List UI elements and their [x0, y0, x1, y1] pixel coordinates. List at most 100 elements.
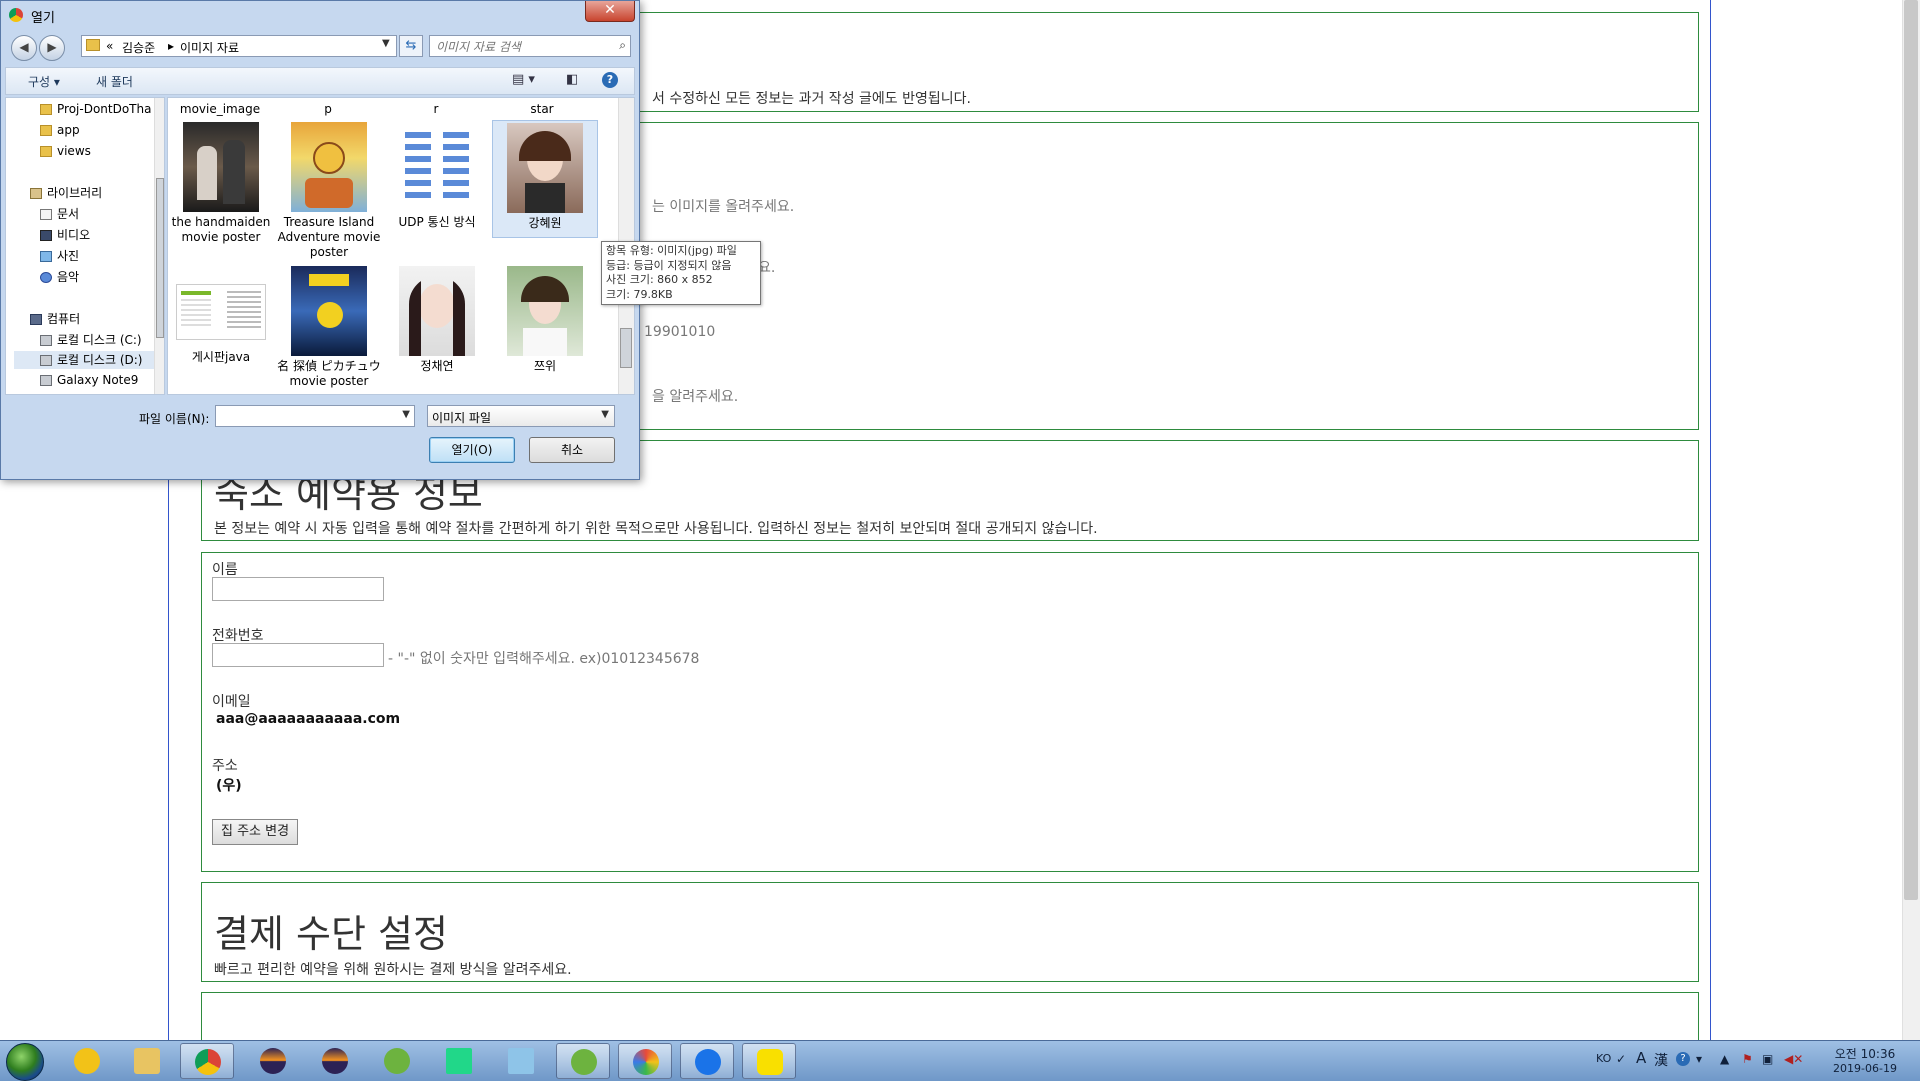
- name-input[interactable]: [212, 577, 384, 601]
- nav-item-disk-d[interactable]: 로컬 디스크 (D:): [14, 351, 154, 369]
- chrome-icon: [9, 8, 23, 22]
- nav-item-label: 비디오: [57, 228, 91, 242]
- clock-date[interactable]: 2019-06-19: [1822, 1062, 1908, 1075]
- help-icon[interactable]: ?: [602, 72, 618, 88]
- eclipse-icon: [322, 1048, 348, 1074]
- map-pin-icon: [695, 1049, 721, 1075]
- open-button[interactable]: 열기(O): [429, 437, 515, 463]
- change-address-button[interactable]: 집 주소 변경: [212, 819, 299, 845]
- nav-item-pictures[interactable]: 사진: [40, 247, 79, 264]
- file-label: 강혜원: [528, 216, 562, 230]
- nav-item-libraries[interactable]: 라이브러리: [30, 184, 102, 201]
- language-indicator[interactable]: KO: [1596, 1052, 1611, 1065]
- taskbar-app-chrome[interactable]: [180, 1043, 234, 1079]
- folder-label-r[interactable]: r: [386, 102, 486, 116]
- taskbar-app-spring-tool[interactable]: [370, 1043, 424, 1079]
- file-tile[interactable]: 게시판java: [168, 266, 274, 365]
- email-label: 이메일: [212, 694, 251, 710]
- nav-item-views[interactable]: views: [40, 144, 91, 158]
- start-button[interactable]: [6, 1043, 44, 1081]
- portrait-thumbnail: [507, 123, 583, 213]
- taskbar-app-explorer[interactable]: [120, 1043, 174, 1079]
- phone-input[interactable]: [212, 643, 384, 667]
- file-tile[interactable]: 정채연: [384, 266, 490, 374]
- ime-options-icon[interactable]: ▾: [1696, 1052, 1702, 1066]
- file-info-tooltip: 항목 유형: 이미지(jpg) 파일 등급: 등급이 지정되지 않음 사진 크기…: [601, 241, 761, 305]
- file-tile[interactable]: UDP 통신 방식: [384, 122, 490, 230]
- taskbar-app-notepad[interactable]: [494, 1043, 548, 1079]
- taskbar-app-kakaotalk[interactable]: [742, 1043, 796, 1079]
- filetype-select[interactable]: 이미지 파일 ▼: [427, 405, 615, 427]
- search-input[interactable]: [434, 37, 608, 57]
- kakaotalk-icon: [757, 1049, 783, 1075]
- payment-box: 결제 수단 설정 빠르고 편리한 예약을 위해 원하시는 결제 방식을 알려주세…: [201, 882, 1699, 982]
- flag-alert-icon[interactable]: ⚑: [1742, 1052, 1753, 1066]
- taskbar-app-paint[interactable]: [618, 1043, 672, 1079]
- nav-item-videos[interactable]: 비디오: [40, 226, 90, 243]
- ime-hanja-mode[interactable]: 漢: [1654, 1050, 1668, 1070]
- nav-item-label: 라이브러리: [47, 186, 103, 200]
- address-bar[interactable]: « 김승준 ▸ 이미지 자료 ▼: [81, 35, 397, 57]
- close-button[interactable]: ✕: [585, 1, 635, 22]
- breadcrumb-user[interactable]: 김승준: [122, 39, 155, 56]
- disk-icon: [40, 355, 52, 366]
- filetype-value: 이미지 파일: [432, 411, 492, 425]
- search-box[interactable]: ⌕: [429, 35, 631, 57]
- taskbar-app-media-player[interactable]: [60, 1043, 114, 1079]
- view-options-icon[interactable]: ▤ ▾: [512, 72, 535, 87]
- clock-time[interactable]: 오전 10:36: [1830, 1045, 1900, 1062]
- file-tile-selected[interactable]: 강혜원: [492, 120, 598, 238]
- search-icon[interactable]: ⌕: [619, 38, 626, 53]
- nav-item-computer[interactable]: 컴퓨터: [30, 310, 80, 327]
- dialog-titlebar[interactable]: 열기 ✕: [1, 1, 639, 29]
- taskbar-app-pycharm[interactable]: [432, 1043, 486, 1079]
- show-hidden-icons[interactable]: ▲: [1720, 1052, 1729, 1066]
- file-scrollbar-thumb[interactable]: [620, 328, 632, 368]
- back-button[interactable]: ◀: [11, 35, 37, 61]
- documents-icon: [40, 209, 52, 220]
- network-icon[interactable]: ▣: [1762, 1052, 1773, 1066]
- forward-button[interactable]: ▶: [39, 35, 65, 61]
- file-tile[interactable]: the handmaiden movie poster: [168, 122, 274, 245]
- folder-label-p[interactable]: p: [278, 102, 378, 116]
- computer-icon: [30, 314, 42, 325]
- organize-menu[interactable]: 구성 ▾: [28, 73, 60, 90]
- file-tile[interactable]: Treasure Island Adventure movie poster: [276, 122, 382, 260]
- preview-pane-icon[interactable]: ◧: [566, 72, 578, 87]
- nav-item-music[interactable]: 음악: [40, 268, 79, 285]
- nav-item-proj[interactable]: Proj-DontDoTha: [40, 102, 151, 116]
- filename-input[interactable]: ▼: [215, 405, 415, 427]
- taskbar-app-eclipse[interactable]: [246, 1043, 300, 1079]
- back-arrow-icon: ◀: [19, 40, 29, 54]
- filename-dropdown-icon[interactable]: ▼: [402, 409, 410, 420]
- filename-label: 파일 이름(N):: [139, 412, 210, 426]
- ime-help-icon[interactable]: ?: [1676, 1052, 1690, 1066]
- cancel-button[interactable]: 취소: [529, 437, 615, 463]
- file-label: 정채연: [420, 359, 454, 373]
- taskbar-app-maps[interactable]: [680, 1043, 734, 1079]
- taskbar-app-spring-tool-2[interactable]: [556, 1043, 610, 1079]
- page-scrollbar-thumb[interactable]: [1904, 0, 1918, 900]
- address-dropdown-icon[interactable]: ▼: [382, 38, 390, 49]
- birthdate-hint: 19901010: [644, 324, 716, 340]
- file-list-pane: movie_image p r star the handmaiden movi…: [167, 97, 635, 395]
- notepad-icon: [508, 1048, 534, 1074]
- ime-settings-icon[interactable]: ✓: [1616, 1052, 1626, 1066]
- ime-alpha-mode[interactable]: A: [1636, 1049, 1646, 1067]
- folder-label-movie-image[interactable]: movie_image: [170, 102, 270, 116]
- nav-item-disk-c[interactable]: 로컬 디스크 (C:): [40, 331, 142, 348]
- nav-item-galaxy[interactable]: Galaxy Note9: [40, 373, 138, 387]
- volume-muted-icon[interactable]: ◀✕: [1784, 1052, 1803, 1066]
- file-tile[interactable]: 쯔위: [492, 266, 598, 374]
- nav-scrollbar-thumb[interactable]: [156, 178, 164, 338]
- breadcrumb-overflow[interactable]: «: [106, 39, 113, 53]
- taskbar-app-eclipse-2[interactable]: [308, 1043, 362, 1079]
- file-tile[interactable]: 名 探偵 ピカチュウ movie poster: [276, 266, 382, 389]
- nav-item-documents[interactable]: 문서: [40, 205, 79, 222]
- refresh-button[interactable]: ⇆: [399, 35, 423, 57]
- breadcrumb-current[interactable]: 이미지 자료: [180, 39, 239, 56]
- nav-item-label: Proj-DontDoTha: [57, 102, 152, 116]
- new-folder-button[interactable]: 새 폴더: [96, 73, 133, 90]
- folder-label-star[interactable]: star: [492, 102, 592, 116]
- nav-item-app[interactable]: app: [40, 123, 80, 137]
